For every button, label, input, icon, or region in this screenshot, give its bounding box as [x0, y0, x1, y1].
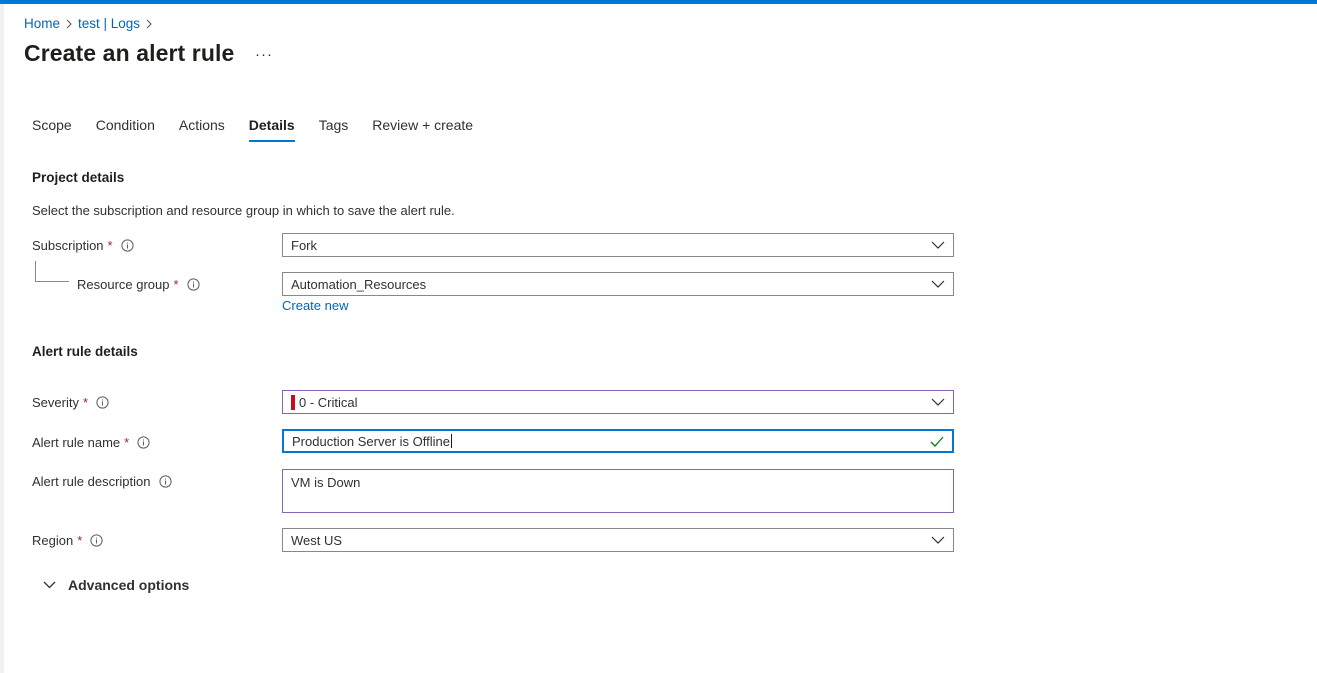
tab-actions[interactable]: Actions	[171, 114, 233, 144]
alert-rule-name-text: Production Server is Offline	[292, 433, 450, 449]
hierarchy-connector	[35, 261, 69, 282]
severity-label: Severity *	[32, 393, 109, 411]
info-icon[interactable]	[158, 474, 172, 488]
tab-tags[interactable]: Tags	[311, 114, 357, 144]
advanced-options-toggle[interactable]: Advanced options	[40, 575, 189, 595]
alert-rule-description-value: VM is Down	[291, 475, 361, 490]
chevron-down-icon	[923, 536, 953, 544]
alert-rule-description-label: Alert rule description	[32, 472, 172, 490]
project-details-heading: Project details	[32, 170, 125, 185]
subscription-label: Subscription *	[32, 236, 134, 254]
chevron-right-icon	[60, 16, 78, 31]
region-label: Region *	[32, 531, 103, 549]
create-new-resource-group-link[interactable]: Create new	[282, 298, 348, 313]
advanced-options-label: Advanced options	[68, 577, 190, 593]
resource-group-value: Automation_Resources	[291, 276, 427, 292]
region-label-text: Region	[32, 532, 74, 548]
alert-rule-name-value: Production Server is Offline	[284, 433, 922, 449]
alert-rule-name-label-text: Alert rule name	[32, 434, 121, 450]
wizard-tabs: Scope Condition Actions Details Tags Rev…	[24, 114, 489, 144]
alert-rule-description-textarea[interactable]: VM is Down	[282, 469, 954, 513]
page-title: Create an alert rule	[24, 40, 235, 66]
subscription-label-text: Subscription	[32, 237, 104, 253]
breadcrumb-home-link[interactable]: Home	[24, 16, 60, 31]
tab-details[interactable]: Details	[241, 114, 303, 144]
resource-group-dropdown[interactable]: Automation_Resources	[282, 272, 954, 296]
info-icon[interactable]	[137, 435, 150, 449]
alert-rule-name-label: Alert rule name *	[32, 433, 150, 451]
tab-review-create[interactable]: Review + create	[364, 114, 481, 144]
resource-group-label: Resource group *	[77, 275, 200, 293]
chevron-down-icon	[923, 280, 953, 288]
required-asterisk: *	[82, 394, 89, 410]
chevron-down-icon	[923, 398, 953, 406]
more-options-button[interactable]: ···	[255, 46, 273, 63]
checkmark-icon	[922, 436, 952, 447]
info-icon[interactable]	[186, 277, 200, 291]
info-icon[interactable]	[96, 395, 109, 409]
tab-condition[interactable]: Condition	[88, 114, 163, 144]
required-asterisk: *	[173, 276, 179, 292]
required-asterisk: *	[124, 434, 130, 450]
required-asterisk: *	[107, 237, 113, 253]
subscription-dropdown[interactable]: Fork	[282, 233, 954, 257]
subscription-value: Fork	[291, 237, 317, 253]
alert-rule-name-input[interactable]: Production Server is Offline	[282, 429, 954, 453]
region-value: West US	[291, 532, 343, 548]
region-dropdown[interactable]: West US	[282, 528, 954, 552]
chevron-down-icon	[40, 581, 58, 589]
chevron-right-icon	[140, 16, 158, 31]
alert-rule-details-heading: Alert rule details	[32, 344, 138, 359]
breadcrumb: Home test | Logs	[24, 14, 158, 32]
breadcrumb-test-logs-link[interactable]: test | Logs	[78, 16, 140, 31]
left-edge-strip	[0, 4, 4, 673]
severity-value: 0 - Critical	[299, 394, 358, 410]
portal-top-accent-bar	[0, 0, 1317, 4]
text-cursor	[451, 433, 452, 448]
resource-group-label-text: Resource group	[77, 276, 170, 292]
severity-label-text: Severity	[32, 394, 79, 410]
tab-scope[interactable]: Scope	[24, 114, 80, 144]
severity-dropdown[interactable]: 0 - Critical	[282, 390, 954, 414]
required-asterisk: *	[77, 532, 83, 548]
alert-rule-description-label-text: Alert rule description	[32, 473, 151, 489]
chevron-down-icon	[923, 241, 953, 249]
info-icon[interactable]	[90, 533, 103, 547]
project-details-description: Select the subscription and resource gro…	[32, 203, 455, 218]
info-icon[interactable]	[121, 238, 134, 252]
